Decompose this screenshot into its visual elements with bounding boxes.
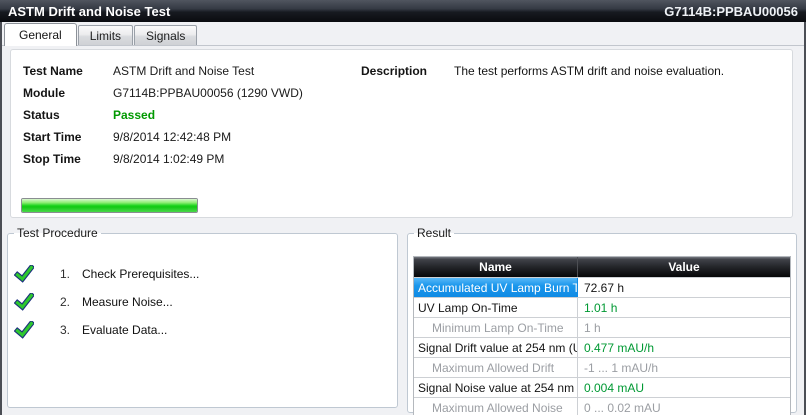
tab-strip: General Limits Signals [2, 22, 804, 46]
result-table-header: Name Value [414, 257, 790, 277]
table-row-maximum-allowed-noise[interactable]: Maximum Allowed Noise 0 ... 0.02 mAU [414, 397, 790, 415]
tab-signals[interactable]: Signals [134, 25, 197, 45]
tab-general[interactable]: General [4, 23, 77, 46]
description-block: Description The test performs ASTM drift… [361, 63, 784, 79]
description-text: The test performs ASTM drift and noise e… [454, 63, 784, 79]
result-col-value: Value [578, 257, 790, 277]
table-row-minimum-lamp-on-time[interactable]: Minimum Lamp On-Time 1 h [414, 317, 790, 337]
result-table: Name Value Accumulated UV Lamp Burn Time… [413, 256, 791, 415]
result-col-name: Name [414, 257, 578, 277]
field-start-time: Start Time 9/8/2014 12:42:48 PM [23, 129, 303, 151]
test-procedure-title: Test Procedure [14, 226, 101, 240]
result-group: Result Name Value Accumulated UV Lamp Bu… [407, 226, 797, 413]
table-row-accumulated-burn-time[interactable]: Accumulated UV Lamp Burn Time 72.67 h [414, 277, 790, 297]
field-stop-time: Stop Time 9/8/2014 1:02:49 PM [23, 151, 303, 173]
title-bar: ASTM Drift and Noise Test G7114B:PPBAU00… [0, 0, 806, 22]
green-check-icon [14, 321, 34, 339]
procedure-step-2: 2. Measure Noise... [14, 293, 173, 311]
window-title: ASTM Drift and Noise Test [8, 4, 170, 19]
table-row-lamp-on-time[interactable]: UV Lamp On-Time 1.01 h [414, 297, 790, 317]
description-label: Description [361, 63, 454, 79]
field-module: Module G7114B:PPBAU00056 (1290 VWD) [23, 85, 303, 107]
info-fields: Test Name ASTM Drift and Noise Test Modu… [23, 63, 303, 173]
tab-limits[interactable]: Limits [78, 25, 133, 45]
green-check-icon [14, 265, 34, 283]
procedure-step-3: 3. Evaluate Data... [14, 321, 167, 339]
test-progress-fill [22, 199, 197, 212]
result-title: Result [414, 226, 454, 240]
field-status: Status Passed [23, 107, 303, 129]
table-row-signal-noise[interactable]: Signal Noise value at 254 nm (UV) 0.004 … [414, 377, 790, 397]
status-badge: Passed [113, 107, 155, 123]
test-progress-bar [21, 198, 198, 213]
green-check-icon [14, 293, 34, 311]
window-border-left [0, 22, 2, 415]
test-info-panel: Test Name ASTM Drift and Noise Test Modu… [10, 49, 793, 218]
test-dialog-window: ASTM Drift and Noise Test G7114B:PPBAU00… [0, 0, 806, 415]
table-row-maximum-allowed-drift[interactable]: Maximum Allowed Drift -1 ... 1 mAU/h [414, 357, 790, 377]
field-test-name: Test Name ASTM Drift and Noise Test [23, 63, 303, 85]
table-row-signal-drift[interactable]: Signal Drift value at 254 nm (UV) 0.477 … [414, 337, 790, 357]
procedure-step-1: 1. Check Prerequisites... [14, 265, 199, 283]
device-id-label: G7114B:PPBAU00056 [664, 4, 798, 19]
test-procedure-group: Test Procedure 1. Check Prerequisites...… [7, 226, 398, 408]
